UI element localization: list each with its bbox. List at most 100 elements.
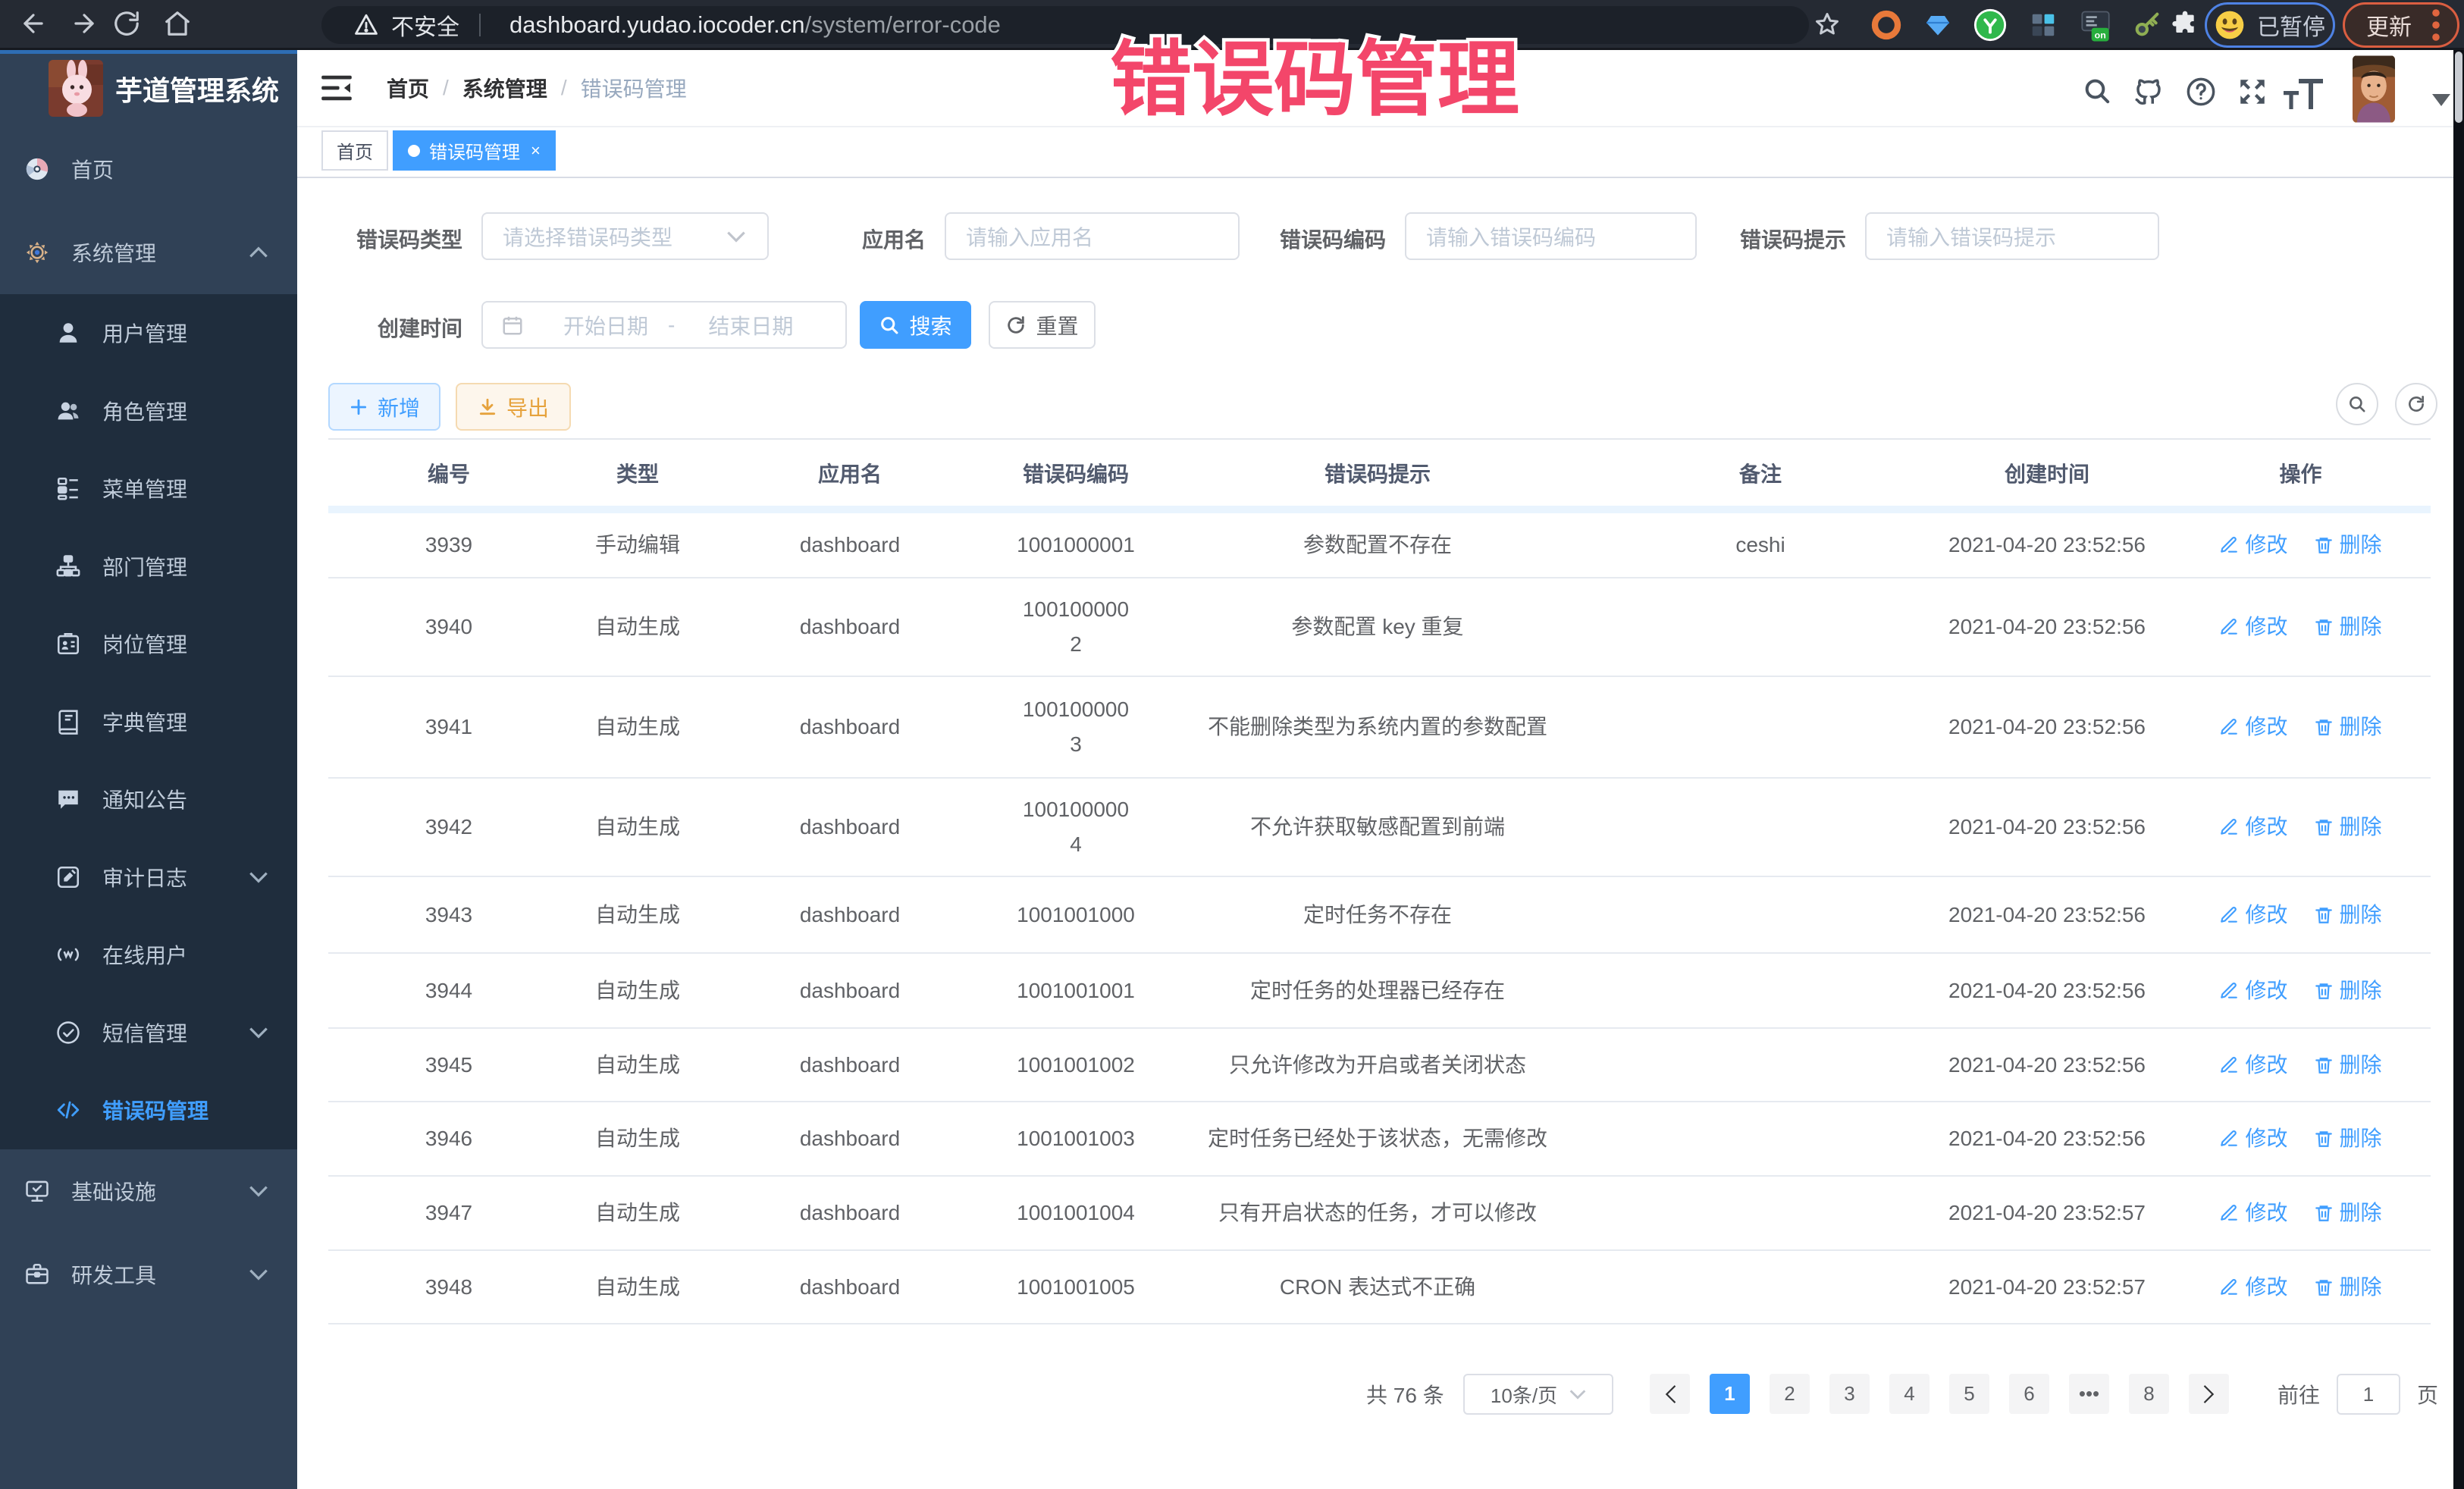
sidebar-item-审计日志[interactable]: 审计日志: [0, 839, 297, 917]
fullscreen-icon[interactable]: [2237, 76, 2268, 108]
header-search-icon[interactable]: [2082, 76, 2112, 106]
delete-link[interactable]: 删除: [2314, 973, 2382, 1008]
edit-link[interactable]: 修改: [2219, 898, 2287, 933]
table-row-3942[interactable]: 3942自动生成dashboard100100000 4不允许获取敏感配置到前端…: [328, 779, 2431, 877]
extension-green-icon[interactable]: [1973, 8, 2008, 42]
sidebar-item-通知公告[interactable]: 通知公告: [0, 760, 297, 839]
sidebar-item-菜单管理[interactable]: 菜单管理: [0, 450, 297, 528]
search-button[interactable]: 搜索: [860, 301, 971, 349]
extension-grid-icon[interactable]: [2029, 11, 2058, 39]
browser-menu-dots-icon[interactable]: [2431, 8, 2440, 42]
pager-ellipsis[interactable]: •••: [2069, 1374, 2109, 1414]
edit-link[interactable]: 修改: [2219, 1048, 2287, 1083]
edit-link[interactable]: 修改: [2219, 610, 2287, 644]
filter-type-select[interactable]: 请选择错误码类型: [481, 212, 769, 260]
extension-key-icon[interactable]: [2132, 9, 2162, 39]
sidebar-item-字典管理[interactable]: 字典管理: [0, 683, 297, 761]
table-row-3943[interactable]: 3943自动生成dashboard1001001000定时任务不存在2021-0…: [328, 877, 2431, 954]
tag-error-code[interactable]: 错误码管理 ×: [393, 130, 556, 171]
help-icon[interactable]: [2185, 76, 2217, 108]
text-size-icon[interactable]: [2284, 79, 2323, 109]
browser-back-icon[interactable]: [19, 9, 48, 38]
sidebar-item-研发工具[interactable]: 研发工具: [0, 1233, 297, 1316]
extensions-puzzle-icon[interactable]: [2170, 10, 2200, 40]
delete-link[interactable]: 删除: [2314, 1048, 2382, 1083]
sidebar-toggle-icon[interactable]: [321, 74, 352, 102]
table-row-3947[interactable]: 3947自动生成dashboard1001001004只有开启状态的任务，才可以…: [328, 1177, 2431, 1251]
delete-link[interactable]: 删除: [2314, 810, 2382, 845]
export-button[interactable]: 导出: [456, 383, 571, 431]
pager-prev[interactable]: [1650, 1374, 1690, 1414]
delete-link[interactable]: 删除: [2314, 710, 2382, 744]
delete-link[interactable]: 删除: [2314, 1196, 2382, 1230]
edit-link[interactable]: 修改: [2219, 528, 2287, 563]
scrollbar-thumb[interactable]: [2455, 52, 2462, 123]
filter-daterange-input[interactable]: 开始日期 - 结束日期: [481, 301, 847, 349]
pager-next[interactable]: [2189, 1374, 2229, 1414]
sidebar-item-在线用户[interactable]: 在线用户: [0, 916, 297, 994]
pager-page-8[interactable]: 8: [2129, 1374, 2169, 1414]
edit-link[interactable]: 修改: [2219, 1121, 2287, 1156]
delete-link[interactable]: 删除: [2314, 1270, 2382, 1305]
user-menu-caret-icon[interactable]: [2432, 94, 2450, 106]
goto-page-input[interactable]: 1: [2337, 1374, 2400, 1415]
pager-page-5[interactable]: 5: [1949, 1374, 1989, 1414]
tag-close-icon[interactable]: ×: [531, 143, 541, 159]
browser-reload-icon[interactable]: [112, 9, 141, 38]
url-host[interactable]: dashboard.yudao.iocoder.cn: [509, 11, 805, 39]
edit-link[interactable]: 修改: [2219, 810, 2287, 845]
table-row-3946[interactable]: 3946自动生成dashboard1001001003定时任务已经处于该状态，无…: [328, 1102, 2431, 1177]
pager-page-1[interactable]: 1: [1710, 1374, 1750, 1414]
browser-forward-icon[interactable]: [70, 9, 99, 38]
tag-home[interactable]: 首页: [321, 130, 388, 171]
delete-link[interactable]: 删除: [2314, 898, 2382, 933]
sidebar-item-部门管理[interactable]: 部门管理: [0, 528, 297, 606]
sidebar-item-错误码管理[interactable]: 错误码管理: [0, 1071, 297, 1149]
delete-link[interactable]: 删除: [2314, 610, 2382, 644]
browser-home-icon[interactable]: [163, 9, 192, 38]
table-row-3941[interactable]: 3941自动生成dashboard100100000 3不能删除类型为系统内置的…: [328, 677, 2431, 779]
refresh-table-button[interactable]: [2395, 383, 2437, 425]
extension-orange-icon[interactable]: [1871, 10, 1901, 40]
extension-paused-pill[interactable]: 已暂停: [2205, 2, 2335, 48]
sidebar-item-系统管理[interactable]: 系统管理: [0, 211, 297, 294]
breadcrumb-home[interactable]: 首页: [387, 73, 429, 103]
github-icon[interactable]: [2133, 76, 2165, 108]
pager-page-6[interactable]: 6: [2009, 1374, 2049, 1414]
hide-search-button[interactable]: [2336, 383, 2378, 425]
edit-link[interactable]: 修改: [2219, 1270, 2287, 1305]
sidebar-logo[interactable]: 芋道管理系统: [0, 50, 297, 127]
sidebar-item-首页[interactable]: 首页: [0, 127, 297, 211]
breadcrumb-system[interactable]: 系统管理: [462, 73, 547, 103]
extension-switch-icon[interactable]: on: [2079, 9, 2112, 44]
filter-hint-input[interactable]: 请输入错误码提示: [1865, 212, 2159, 260]
pager-page-3[interactable]: 3: [1829, 1374, 1870, 1414]
table-row-3940[interactable]: 3940自动生成dashboard100100000 2参数配置 key 重复2…: [328, 578, 2431, 677]
delete-link[interactable]: 删除: [2314, 528, 2382, 563]
sidebar-item-角色管理[interactable]: 角色管理: [0, 372, 297, 450]
filter-code-input[interactable]: 请输入错误码编码: [1405, 212, 1697, 260]
browser-update-button[interactable]: 更新: [2343, 2, 2459, 48]
filter-app-input[interactable]: 请输入应用名: [945, 212, 1240, 260]
edit-link[interactable]: 修改: [2219, 973, 2287, 1008]
sidebar-item-用户管理[interactable]: 用户管理: [0, 294, 297, 372]
edit-link[interactable]: 修改: [2219, 1196, 2287, 1230]
reset-button[interactable]: 重置: [989, 301, 1096, 349]
pager-page-2[interactable]: 2: [1770, 1374, 1810, 1414]
not-secure-label[interactable]: 不安全: [391, 8, 459, 42]
bookmark-star-icon[interactable]: [1814, 11, 1841, 38]
pager-page-4[interactable]: 4: [1889, 1374, 1930, 1414]
sidebar-item-短信管理[interactable]: 短信管理: [0, 994, 297, 1072]
add-button[interactable]: 新增: [328, 383, 440, 431]
sidebar-item-基础设施[interactable]: 基础设施: [0, 1149, 297, 1233]
page-scrollbar[interactable]: [2453, 50, 2464, 1489]
user-avatar[interactable]: [2353, 55, 2395, 123]
table-row-3944[interactable]: 3944自动生成dashboard1001001001定时任务的处理器已经存在2…: [328, 954, 2431, 1029]
delete-link[interactable]: 删除: [2314, 1121, 2382, 1156]
table-row-3939[interactable]: 3939手动编辑dashboard1001000001参数配置不存在ceshi2…: [328, 513, 2431, 578]
page-size-select[interactable]: 10条/页: [1463, 1374, 1613, 1415]
sidebar-item-岗位管理[interactable]: 岗位管理: [0, 605, 297, 683]
address-bar[interactable]: 不安全 dashboard.yudao.iocoder.cn/system/er…: [321, 6, 1809, 44]
extension-gem-icon[interactable]: [1924, 11, 1951, 39]
edit-link[interactable]: 修改: [2219, 710, 2287, 744]
